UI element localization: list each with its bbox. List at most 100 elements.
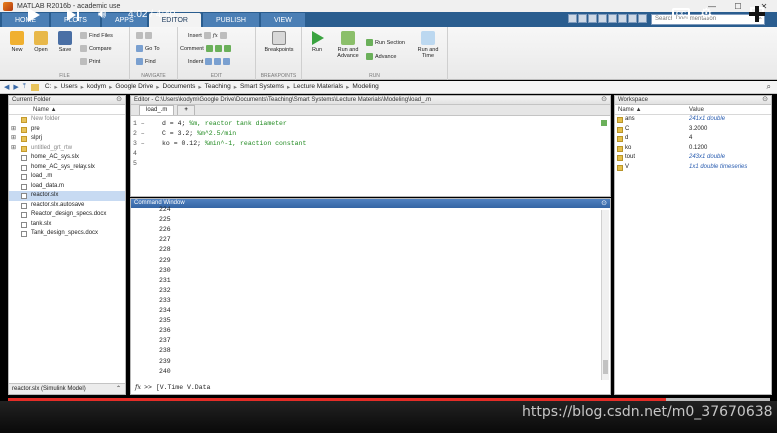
find-files-button[interactable]: Find Files [80, 32, 113, 39]
scrollbar-thumb[interactable] [603, 360, 608, 374]
code-line[interactable]: d = 4; %m, reactor tank diameter [162, 120, 287, 127]
variable-icon [617, 136, 623, 142]
up-folder-icon[interactable]: ⤒ [23, 83, 26, 91]
breakpoints-button[interactable]: Breakpoints [259, 31, 299, 53]
command-scrollbar[interactable] [601, 210, 609, 380]
go-to-button[interactable]: Go To [136, 45, 160, 52]
fx-icon[interactable]: fx [135, 383, 141, 391]
volume-icon[interactable]: 🔊︎ [98, 6, 106, 22]
quick-paste-icon[interactable] [598, 14, 607, 23]
value-column-header[interactable]: Value [689, 105, 704, 115]
breadcrumb-item[interactable]: Modeling [352, 83, 378, 91]
command-input[interactable]: fx >> [V.Time V.Data [131, 382, 610, 392]
back-arrow-icon[interactable]: ◀ [4, 83, 9, 91]
expand-icon[interactable]: ⊞ [11, 144, 16, 154]
code-area[interactable]: 1 – d = 4; %m, reactor tank diameter 2 – C … [131, 117, 610, 196]
command-window-menu-icon[interactable]: ⊙ [601, 199, 607, 208]
quick-redo-icon[interactable] [618, 14, 627, 23]
list-item[interactable]: Tank_design_specs.docx [9, 229, 125, 239]
open-button[interactable]: Open [30, 31, 52, 53]
forward-arrow-icon[interactable]: ▶ [13, 83, 18, 91]
indent-button[interactable]: Indent [188, 58, 231, 65]
maximize-button[interactable]: ☐ [725, 2, 751, 11]
run-and-time-button[interactable]: Run and Time [414, 31, 442, 59]
details-text: reactor.slx (Simulink Model) [12, 386, 86, 392]
list-item[interactable]: New folder [9, 115, 125, 125]
breadcrumb-item[interactable]: Teaching [205, 83, 231, 91]
run-button[interactable]: Run [306, 31, 328, 53]
folder-search-icon[interactable]: ⌕ [767, 82, 771, 92]
compare-button[interactable]: Compare [80, 45, 112, 52]
list-item[interactable]: home_AC_sys.slx [9, 153, 125, 163]
fullscreen-icon[interactable] [749, 6, 765, 22]
name-column-header[interactable]: Name ▲ [618, 105, 642, 115]
play-icon[interactable] [28, 8, 40, 22]
chevron-up-icon[interactable]: ⌃ [116, 384, 121, 394]
tab-publish[interactable]: PUBLISH [202, 13, 259, 27]
settings-gear-icon[interactable]: ⚙ [700, 5, 713, 22]
back-forward-icons[interactable] [136, 32, 152, 39]
list-item[interactable]: reactor.slx.autosave [9, 201, 125, 211]
breadcrumb-separator: ▸ [109, 84, 113, 91]
breadcrumb[interactable]: C: ▸ Users ▸ kodym ▸ Google Drive ▸ Documents ▸ Te… [45, 83, 379, 91]
workspace-variable-row[interactable]: C 3.2000 [615, 125, 771, 135]
editor-menu-icon[interactable]: ⊙ [601, 96, 607, 104]
breadcrumb-item[interactable]: kodym [87, 83, 106, 91]
breadcrumb-item[interactable]: Documents [163, 83, 196, 91]
breakpoints-label: Breakpoints [264, 47, 294, 53]
workspace-variable-row[interactable]: ans 241x1 double [615, 115, 771, 125]
find-button[interactable]: Find [136, 58, 156, 65]
panel-menu-icon[interactable]: ⊙ [116, 96, 122, 104]
help-icon[interactable] [638, 14, 647, 23]
list-item[interactable]: home_AC_sys_relay.slx [9, 163, 125, 173]
list-item[interactable]: ⊞ untitled_grt_rtw [9, 144, 125, 154]
code-line[interactable]: C = 3.2; %m^2.5/min [162, 130, 236, 137]
list-item[interactable]: tank.slx [9, 220, 125, 230]
workspace-variable-row[interactable]: V 1x1 double timeseries [615, 163, 771, 173]
breadcrumb-item[interactable]: C: [45, 83, 52, 91]
expand-icon[interactable]: ⊞ [11, 125, 16, 135]
command-input-text: [V.Time V.Data [155, 384, 211, 391]
list-item[interactable]: reactor.slx [9, 191, 125, 201]
run-section-button[interactable]: Run Section [366, 39, 405, 46]
workspace-menu-icon[interactable]: ⊙ [762, 96, 768, 104]
quick-save-icon[interactable] [568, 14, 577, 23]
breadcrumb-item[interactable]: Google Drive [115, 83, 153, 91]
workspace-variable-row[interactable]: tout 243x1 double [615, 153, 771, 163]
workspace-variable-row[interactable]: d4 [615, 134, 771, 144]
list-item[interactable]: ⊞ pre [9, 125, 125, 135]
run-and-advance-button[interactable]: Run and Advance [334, 31, 362, 59]
new-tab-button[interactable]: + [177, 105, 195, 115]
comment-button[interactable]: Comment [180, 45, 231, 52]
quick-switch-icon[interactable] [628, 14, 637, 23]
address-bar: ◀ ▶ ⤒ C: ▸ Users ▸ kodym ▸ Google Drive ▸ Docume… [0, 81, 777, 94]
tab-view[interactable]: VIEW [260, 13, 305, 27]
list-item[interactable]: load_data.m [9, 182, 125, 192]
print-button[interactable]: Print [80, 58, 100, 65]
browse-folder-icon[interactable] [30, 83, 39, 91]
advance-button[interactable]: Advance [366, 53, 396, 60]
list-item[interactable]: Reactor_design_specs.docx [9, 210, 125, 220]
list-item[interactable]: load_.m [9, 172, 125, 182]
file-name: tank.slx [31, 220, 52, 227]
code-line[interactable]: ko = 0.12; %min^-1, reaction constant [162, 140, 306, 147]
captions-icon[interactable]: CC [672, 8, 690, 21]
name-column-header[interactable]: Name ▲ [9, 105, 125, 115]
insert-button[interactable]: Insert fx [188, 32, 227, 39]
quick-copy-icon[interactable] [588, 14, 597, 23]
new-button[interactable]: New [6, 31, 28, 53]
quick-undo-icon[interactable] [608, 14, 617, 23]
list-item[interactable]: ⊞ slprj [9, 134, 125, 144]
tab-load-m[interactable]: load_.m [139, 105, 175, 115]
breadcrumb-item[interactable]: Lecture Materials [293, 83, 343, 91]
expand-icon[interactable]: ⊞ [11, 134, 16, 144]
workspace-variable-row[interactable]: ko 0.1200 [615, 144, 771, 154]
code-analyzer-indicator[interactable] [601, 120, 607, 126]
save-button[interactable]: Save [54, 31, 76, 53]
quick-cut-icon[interactable] [578, 14, 587, 23]
breadcrumb-item[interactable]: Smart Systems [240, 83, 284, 91]
breadcrumb-item[interactable]: Users [61, 83, 78, 91]
title-bar: MATLAB R2016b - academic use — ☐ ✕ [0, 0, 777, 12]
tab-home[interactable]: HOME [2, 13, 49, 27]
fx-icon[interactable]: fx [213, 33, 218, 39]
